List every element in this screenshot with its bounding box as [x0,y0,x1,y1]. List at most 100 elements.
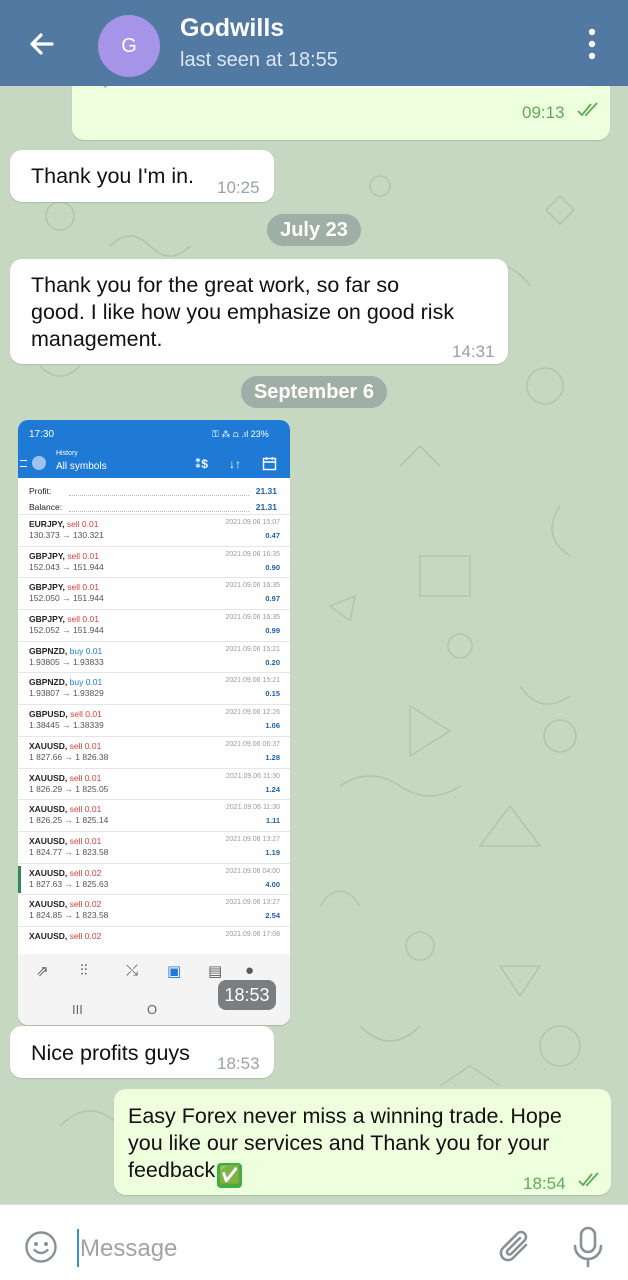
message-bubble-outgoing[interactable]: 09:13 [72,86,610,140]
screenshot-sort-icon: ↓↑ [229,457,241,471]
message-text-line: Thank you for the great work, so far so [31,273,400,297]
trade-date: 2021.09.06 13:27 [225,899,281,907]
message-time: 10:25 [217,178,260,197]
trade-prices: 152.050 → 151.944 [29,593,104,604]
trade-side: sell 0.01 [69,835,102,846]
message-text-line: good. I like how you emphasize on good r… [31,300,455,324]
microphone-icon[interactable] [568,1225,608,1269]
screenshot-title-small: History [56,450,78,457]
trade-date: 2021.09.06 12:26 [225,709,281,717]
trade-side: sell 0.02 [69,867,102,878]
trade-profit: 4.00 [265,879,280,889]
message-time: 18:54 [523,1174,566,1193]
attach-paperclip-icon[interactable] [496,1227,538,1269]
message-media-preview [102,86,590,88]
trade-profit: 0.15 [265,689,280,699]
message-text: Thank you I'm in. [31,164,195,188]
trade-side: buy 0.01 [69,645,103,656]
trade-side: sell 0.01 [67,550,99,561]
trade-symbol: GBPJPY, [29,582,65,593]
screenshot-trade-row: XAUUSD, sell 0.01 1 827.66 → 1 826.38 2021… [18,735,290,768]
emoji-icon[interactable] [24,1230,58,1264]
trade-symbol: GBPNZD, [29,645,68,656]
trade-date: 2021.09.06 11:30 [226,804,280,812]
message-time: 18:53 [217,1054,260,1073]
message-bubble-incoming[interactable]: Thank you I'm in. 10:25 [10,150,274,202]
trade-symbol: XAUUSD, [29,930,68,941]
screenshot-status-indicators: ⚿ ⁂ ⩍ .ıl 23% [212,429,269,439]
trade-date: 2021.09.06 15:07 [225,519,281,526]
screenshot-trade-row: GBPNZD, buy 0.01 1.93805 → 1.93833 2021.09… [18,640,290,673]
trade-symbol-line: GBPNZD, buy 0.01 [29,677,102,687]
screenshot-leader-dots [69,495,249,496]
message-bubble-incoming[interactable]: Thank you for the great work, so far so … [10,259,508,364]
trade-profit: 1.28 [265,752,280,762]
screenshot-balance-value: 21.31 [255,502,277,512]
screenshot-trade-row: XAUUSD, sell 0.01 1 826.29 → 1 825.05 2021… [18,767,290,800]
read-double-check-icon [577,102,598,117]
screenshot-trade-row: GBPJPY, sell 0.01 152.052 → 151.944 2021.0… [18,609,290,641]
trade-symbol-line: EURJPY, sell 0.01 [29,519,98,529]
message-text-fragment: feedback [128,1158,216,1182]
screenshot-app-header: 17:30 ⚿ ⁂ ⩍ .ıl 23% History All symbols … [18,420,290,478]
last-seen-status: last seen at 18:55 [180,49,338,71]
chart-icon: ⫶⫶ [80,962,88,979]
trade-symbol-line: GBPJPY, sell 0.01 [29,551,99,561]
screenshot-trade-row: GBPJPY, sell 0.01 152.050 → 151.944 2021.0… [18,577,290,609]
trade-profit: 0.47 [265,531,280,540]
trade-symbol-line: GBPJPY, sell 0.01 [29,614,99,624]
message-composer [0,1204,628,1280]
trade-date: 2021.09.06 15:21 [225,677,281,685]
more-options-icon[interactable] [582,26,602,62]
message-input[interactable] [80,1231,480,1267]
trade-date: 2021.09.06 16:35 [225,614,281,622]
message-text-line: management. [31,327,163,351]
screenshot-profit-label: Profit: [29,486,52,496]
trade-symbol-line: XAUUSD, sell 0.02 [29,931,101,941]
message-text: Thank you for the great work, so far so … [31,272,501,353]
trade-prices: 1.93805 → 1.93833 [29,656,104,667]
trade-prices: 1 827.63 → 1 825.63 [29,878,109,889]
screenshot-trade-row: EURJPY, sell 0.01 130.373 → 130.321 2021.0… [18,514,290,546]
trade-prices: 1 824.77 → 1 823.58 [29,846,109,857]
trade-date: 2021.09.06 16:35 [225,550,281,558]
screenshot-title: All symbols [56,461,107,472]
message-bubble-incoming[interactable]: Nice profits guys 18:53 [10,1026,274,1078]
trade-symbol: GBPNZD, [29,677,68,688]
trade-symbol: GBPJPY, [29,614,65,625]
trade-side: sell 0.01 [69,740,102,751]
trade-date: 2021.09.06 13:27 [225,835,281,843]
trade-symbol-line: XAUUSD, sell 0.01 [29,741,101,751]
trade-prices: 1 827.66 → 1 826.38 [29,751,109,762]
read-double-check-icon [578,1172,599,1187]
history-icon: ▣ [167,963,182,980]
trade-profit: 1.06 [265,721,280,731]
trade-symbol-line: GBPNZD, buy 0.01 [29,646,102,656]
contact-name[interactable]: Godwills [180,14,284,43]
screenshot-menu-icon [20,460,27,467]
avatar[interactable]: G [98,15,160,77]
image-message[interactable]: 17:30 ⚿ ⁂ ⩍ .ıl 23% History All symbols … [18,420,290,1025]
back-arrow-icon[interactable] [22,24,62,64]
trade-profit: 0.99 [265,626,280,636]
message-time: 09:13 [522,103,565,122]
trade-side: sell 0.01 [69,772,102,783]
trade-side: sell 0.01 [66,519,99,529]
message-list[interactable]: 09:13 Thank you I'm in. 10:25 July 23 Th… [0,86,628,1204]
screenshot-profit-value: 21.31 [255,486,277,496]
trade-side: buy 0.01 [69,677,103,688]
trade-symbol: XAUUSD, [29,899,68,910]
trade-prices: 1 824.85 → 1 823.58 [29,910,109,921]
trade-icon: ⤯ [126,962,139,979]
trade-profit: 0.97 [265,594,280,604]
screenshot-currency-icon: ⁑$ [195,457,208,471]
trade-side: sell 0.01 [67,614,99,625]
message-bubble-outgoing[interactable]: Easy Forex never miss a winning trade. H… [114,1089,611,1195]
screenshot-calendar-icon [262,457,277,471]
trade-profit: 1.11 [265,816,280,826]
trade-date: 2021.09.06 16:35 [225,582,281,590]
screenshot-trade-row: XAUUSD, sell 0.01 1 824.77 → 1 823.58 2021… [18,830,290,863]
chat-header: G Godwills last seen at 18:55 [0,0,628,86]
trade-profit: 1.24 [265,784,280,794]
trade-symbol-line: GBPJPY, sell 0.01 [29,582,99,592]
